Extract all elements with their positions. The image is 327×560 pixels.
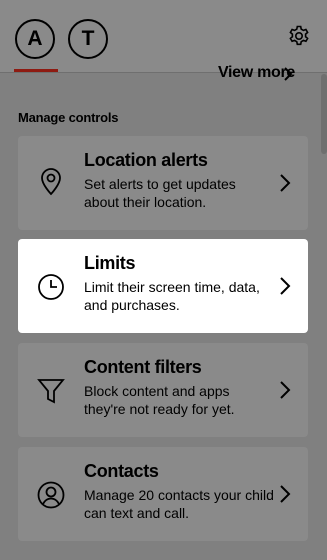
- card-location-alerts[interactable]: Location alerts Set alerts to get update…: [18, 136, 308, 230]
- card-content-filters[interactable]: Content filters Block content and apps t…: [18, 343, 308, 437]
- avatar-t[interactable]: T: [68, 19, 108, 59]
- card-limits[interactable]: Limits Limit their screen time, data, an…: [18, 239, 308, 333]
- avatar-a[interactable]: A: [15, 19, 55, 59]
- card-title: Contacts: [84, 461, 159, 481]
- chevron-right-icon: [280, 277, 291, 295]
- profile-header: A T: [0, 0, 327, 73]
- filter-icon: [37, 379, 65, 404]
- avatar-initial: T: [81, 27, 95, 50]
- chevron-right-icon: [280, 485, 291, 503]
- location-pin-icon: [41, 168, 61, 196]
- card-title: Location alerts: [84, 150, 208, 170]
- gear-icon[interactable]: [287, 24, 311, 48]
- avatar-initial: A: [27, 27, 43, 50]
- scrollbar[interactable]: [321, 74, 327, 154]
- card-description: Block content and apps they're not ready…: [84, 383, 235, 417]
- card-title: Limits: [84, 253, 136, 273]
- selected-profile-indicator: [14, 69, 58, 72]
- card-description: Limit their screen time, data, and purch…: [84, 279, 260, 313]
- clock-icon: [38, 274, 64, 300]
- section-title: Manage controls: [18, 110, 119, 125]
- chevron-right-icon: [284, 67, 293, 81]
- chevron-right-icon: [280, 381, 291, 399]
- card-title: Content filters: [84, 357, 202, 377]
- card-contacts[interactable]: Contacts Manage 20 contacts your child c…: [18, 447, 308, 541]
- chevron-right-icon: [280, 174, 291, 192]
- person-icon: [37, 481, 65, 509]
- card-description: Set alerts to get updates about their lo…: [84, 176, 236, 210]
- card-description: Manage 20 contacts your child can text a…: [84, 487, 274, 521]
